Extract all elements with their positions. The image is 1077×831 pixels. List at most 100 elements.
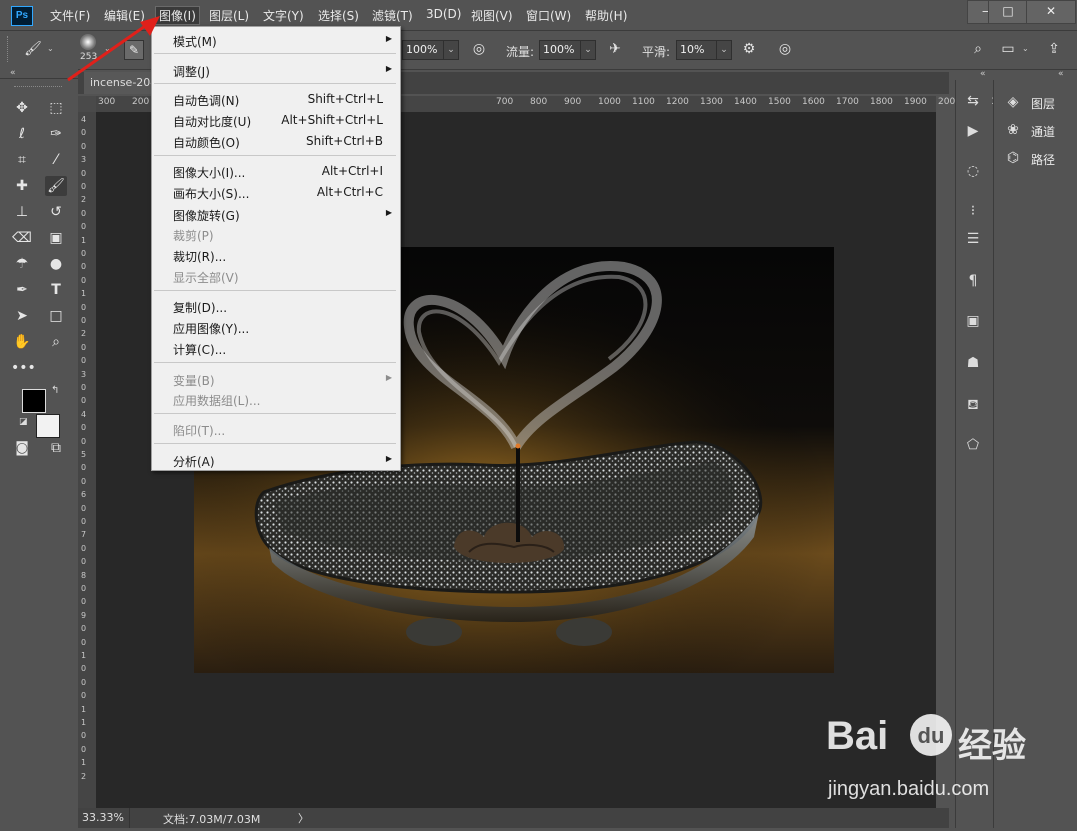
menu-item-auto-tone[interactable]: 自动色调(N) [173,92,239,109]
collapse-icon[interactable]: « [1058,69,1064,79]
properties-panel-icon[interactable]: ☰ [962,230,984,248]
pen-tool-icon[interactable]: ✒ [11,280,33,300]
quick-mask-icon[interactable]: ◙ [11,438,33,458]
menu-item-trim[interactable]: 裁切(R)... [173,248,226,265]
lasso-tool-icon[interactable]: ℓ [11,124,33,144]
type-tool-icon[interactable]: T [45,280,67,300]
history-panel-icon[interactable]: ⇆ [962,92,984,110]
history-brush-tool-icon[interactable]: ↺ [45,202,67,222]
menu-item-duplicate[interactable]: 复制(D)... [173,299,227,316]
ruler-tick-label: 300 [98,97,116,107]
airbrush-icon[interactable]: ✈ [604,39,626,59]
shortcut-auto-contrast: Alt+Shift+Ctrl+L [281,113,383,127]
menu-item-auto-contrast[interactable]: 自动对比度(U) [173,113,251,130]
hand-tool-icon[interactable]: ✋ [11,332,33,352]
libraries-panel-icon[interactable]: ▣ [962,312,984,330]
menu-select[interactable]: 选择(S) [318,7,359,24]
opacity-dropdown[interactable]: ⌄ [443,40,459,60]
menu-item-apply-image[interactable]: 应用图像(Y)... [173,320,249,337]
more-tools-icon[interactable]: ••• [11,358,36,378]
layers-panel-tab[interactable]: 图层 [1031,95,1055,112]
ruler-number: 0 [81,664,87,674]
flow-label: 流量: [506,45,535,59]
gradient-tool-icon[interactable]: ▣ [45,228,67,248]
menu-view[interactable]: 视图(V) [471,7,513,24]
path-selection-tool-icon[interactable]: ➤ [11,306,33,326]
actions-panel-icon[interactable]: ▶ [962,122,984,140]
swatches-icon[interactable]: ⛾ [962,396,984,414]
menu-window[interactable]: 窗口(W) [526,7,571,24]
marquee-tool-icon[interactable]: ⬚ [45,98,67,118]
eraser-tool-icon[interactable]: ⌫ [11,228,33,248]
menu-item-auto-color[interactable]: 自动颜色(O) [173,134,240,151]
crop-tool-icon[interactable]: ⌗ [11,150,33,170]
pressure-opacity-icon[interactable]: ◎ [468,39,490,59]
quick-selection-tool-icon[interactable]: ✑ [45,124,67,144]
ruler-tick-label: 700 [496,97,514,107]
ruler-tick-label: 900 [564,97,582,107]
opacity-field[interactable]: 100% [402,40,445,60]
eyedropper-tool-icon[interactable]: ⁄ [45,150,67,170]
collapse-icon[interactable]: « [10,68,16,78]
status-menu-arrow[interactable]: 〉 [298,810,309,826]
pressure-size-icon[interactable]: ◎ [774,39,796,59]
menu-item-image-size[interactable]: 图像大小(I)... [173,164,245,181]
chevron-down-icon[interactable]: ⌄ [1022,44,1029,53]
dodge-tool-icon[interactable]: ● [45,254,67,274]
gear-icon[interactable]: ⚙ [738,39,760,59]
ruler-number: 0 [81,128,87,138]
ruler-origin[interactable] [78,96,96,112]
layers-icon[interactable]: ◈ [1002,93,1024,111]
menu-filter[interactable]: 滤镜(T) [372,7,413,24]
menu-separator [154,290,396,291]
search-icon[interactable]: ⌕ [967,39,989,59]
channels-icon[interactable]: ❀ [1002,121,1024,139]
zoom-tool-icon[interactable]: ⌕ [45,332,67,352]
menu-3d[interactable]: 3D(D) [426,7,461,21]
brush-tool-preset-icon[interactable]: 🖌 [22,39,44,59]
menu-item-canvas-size[interactable]: 画布大小(S)... [173,185,249,202]
maximize-button[interactable]: □ [988,0,1028,24]
adjustments-panel-icon[interactable]: ◌ [962,162,984,180]
paragraph-panel-icon[interactable]: ¶ [962,272,984,290]
foreground-color-swatch[interactable] [22,389,46,413]
ruler-number: 1 [81,758,87,768]
clone-stamp-tool-icon[interactable]: ⊥ [11,202,33,222]
styles-panel-icon[interactable]: ⬠ [962,436,984,454]
menu-item-analysis[interactable]: 分析(A) [173,453,215,470]
character-styles-icon[interactable]: ☗ [962,354,984,372]
swap-colors-icon[interactable]: ↰ [51,385,59,396]
menu-item-image-rotation[interactable]: 图像旋转(G) [173,207,240,224]
paths-icon[interactable]: ⌬ [1002,149,1024,167]
ruler-tick-label: 1900 [904,97,927,107]
paths-panel-tab[interactable]: 路径 [1031,151,1055,168]
menu-layer[interactable]: 图层(L) [209,7,249,24]
ruler-number: 1 [81,718,87,727]
menu-help[interactable]: 帮助(H) [585,7,627,24]
rectangle-tool-icon[interactable]: □ [45,306,67,326]
channels-panel-tab[interactable]: 通道 [1031,123,1055,140]
menu-item-trap: 陷印(T)... [173,424,226,438]
ruler-number: 8 [81,570,87,580]
background-color-swatch[interactable] [36,414,60,438]
chevron-down-icon[interactable]: ⌄ [47,44,54,53]
menu-item-calculations[interactable]: 计算(C)... [173,341,226,358]
default-colors-icon[interactable]: ◪ [19,417,28,427]
zoom-level[interactable]: 33.33% [82,811,124,824]
close-button[interactable]: ✕ [1026,0,1076,24]
healing-brush-tool-icon[interactable]: ✚ [11,176,33,196]
brush-settings-icon[interactable]: ⁝ [962,202,984,220]
collapse-icon[interactable]: « [980,69,986,79]
menu-type[interactable]: 文字(Y) [263,7,304,24]
smoothing-field[interactable]: 10% [676,40,719,60]
flow-field[interactable]: 100% [539,40,582,60]
flow-dropdown[interactable]: ⌄ [580,40,596,60]
workspace-icon[interactable]: ▭ [997,39,1019,59]
blur-tool-icon[interactable]: ☂ [11,254,33,274]
move-tool-icon[interactable]: ✥ [11,98,33,118]
brush-tool-icon[interactable]: 🖌 [45,176,67,196]
screen-mode-icon[interactable]: ⧉ [45,438,67,458]
watermark-product: 经验 [958,727,1026,765]
share-icon[interactable]: ⇪ [1043,39,1065,59]
smoothing-dropdown[interactable]: ⌄ [716,40,732,60]
